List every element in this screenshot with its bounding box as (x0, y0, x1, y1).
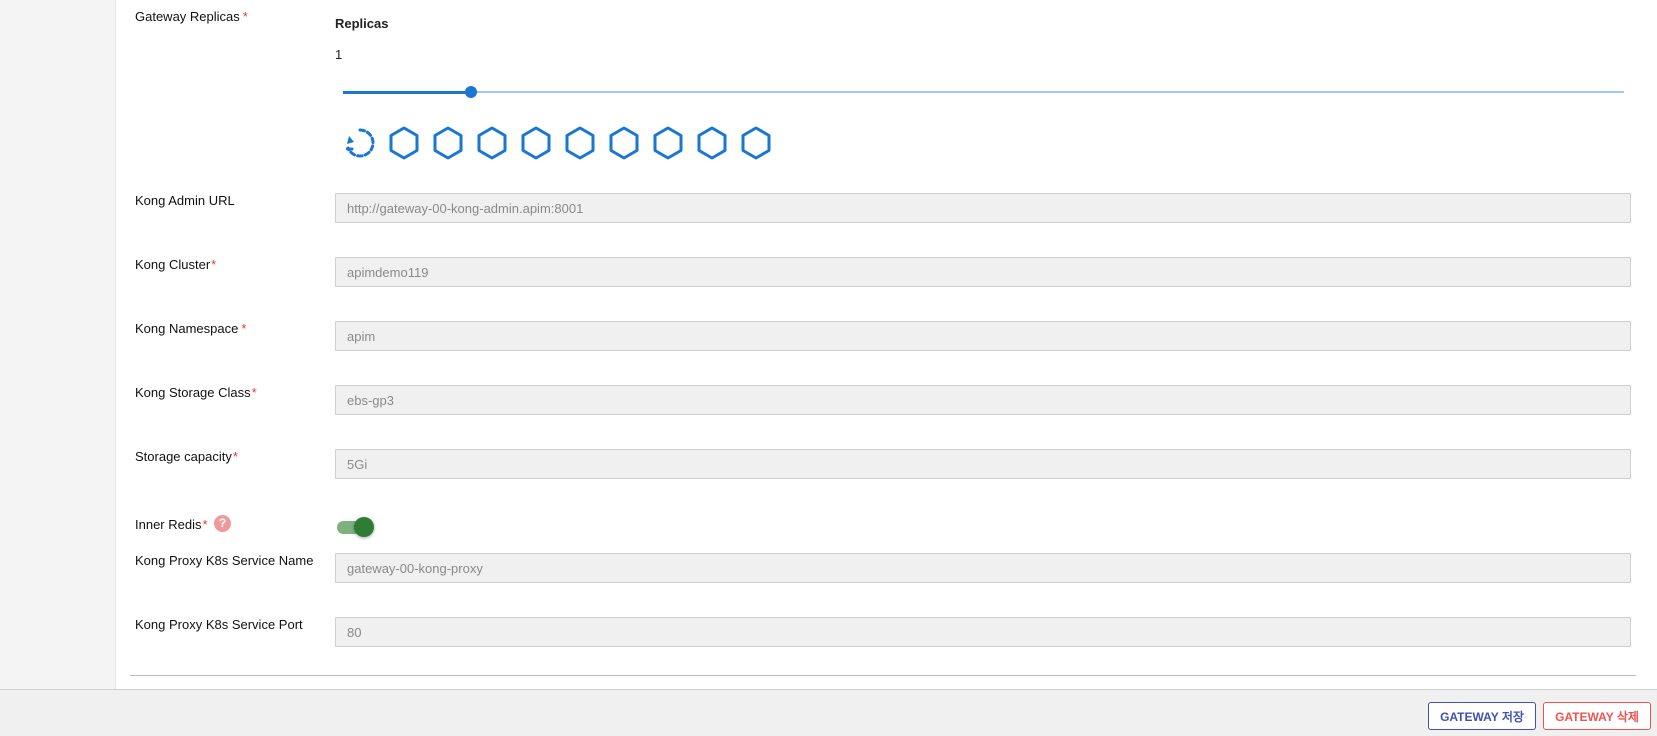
inner-redis-label: Inner Redis* (135, 517, 208, 532)
kong-storage-class-label: Kong Storage Class* (135, 385, 257, 400)
inner-redis-toggle[interactable] (336, 517, 376, 537)
storage-capacity-input[interactable]: 5Gi (335, 449, 1631, 479)
inner-redis-label-text: Inner Redis (135, 517, 202, 532)
kong-namespace-input[interactable]: apim (335, 321, 1631, 351)
kong-proxy-service-port-label: Kong Proxy K8s Service Port (135, 617, 303, 632)
kong-proxy-service-name-input[interactable]: gateway-00-kong-proxy (335, 553, 1631, 583)
left-sidebar-gutter (0, 0, 116, 689)
hexagon-icon (562, 125, 598, 161)
refresh-spinner-icon (342, 125, 378, 161)
required-mark: * (251, 385, 257, 400)
hexagon-icon (738, 125, 774, 161)
required-mark: * (211, 257, 217, 272)
gateway-replicas-label-text: Gateway Replicas (135, 9, 240, 24)
required-mark: * (202, 517, 208, 532)
hexagon-icon (430, 125, 466, 161)
inner-redis-toggle-thumb (354, 517, 374, 537)
kong-cluster-input[interactable]: apimdemo119 (335, 257, 1631, 287)
kong-storage-class-label-text: Kong Storage Class (135, 385, 251, 400)
gateway-delete-button[interactable]: GATEWAY 삭제 (1543, 702, 1651, 730)
required-mark: * (242, 9, 248, 24)
replicas-slider-fill (343, 90, 472, 94)
replicas-title: Replicas (335, 16, 389, 31)
gateway-replicas-label: Gateway Replicas * (135, 9, 248, 24)
hexagon-icon (694, 125, 730, 161)
required-mark: * (241, 321, 247, 336)
hexagon-icon (650, 125, 686, 161)
hexagon-icon (474, 125, 510, 161)
replica-pod-icons (342, 125, 774, 161)
kong-admin-url-input[interactable]: http://gateway-00-kong-admin.apim:8001 (335, 193, 1631, 223)
kong-proxy-service-port-input[interactable]: 80 (335, 617, 1631, 647)
action-bar: GATEWAY 저장 GATEWAY 삭제 (0, 689, 1657, 736)
kong-namespace-label: Kong Namespace * (135, 321, 246, 336)
replicas-value: 1 (335, 47, 343, 62)
kong-cluster-label-text: Kong Cluster (135, 257, 211, 272)
kong-storage-class-input[interactable]: ebs-gp3 (335, 385, 1631, 415)
gateway-save-button[interactable]: GATEWAY 저장 (1428, 702, 1536, 730)
kong-cluster-label: Kong Cluster* (135, 257, 216, 272)
form-divider (130, 675, 1636, 676)
hexagon-icon (606, 125, 642, 161)
replicas-slider[interactable] (343, 86, 1624, 98)
kong-namespace-label-text: Kong Namespace (135, 321, 239, 336)
storage-capacity-label-text: Storage capacity (135, 449, 232, 464)
hexagon-icon (518, 125, 554, 161)
storage-capacity-label: Storage capacity* (135, 449, 238, 464)
question-icon[interactable]: ? (214, 515, 231, 532)
hexagon-icon (386, 125, 422, 161)
required-mark: * (232, 449, 238, 464)
replicas-slider-thumb[interactable] (465, 86, 478, 98)
kong-admin-url-label: Kong Admin URL (135, 193, 235, 208)
kong-proxy-service-name-label: Kong Proxy K8s Service Name (135, 553, 314, 568)
